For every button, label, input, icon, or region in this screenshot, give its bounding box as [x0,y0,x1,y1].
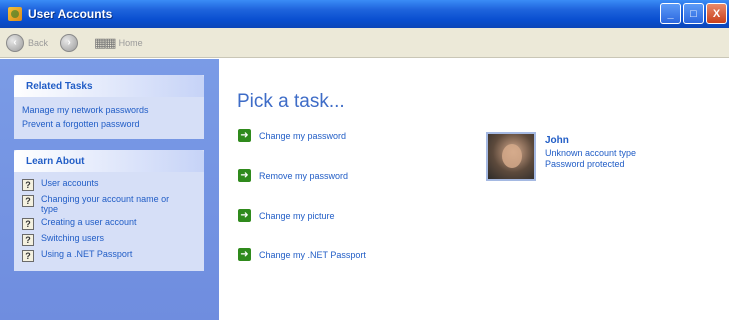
help-icon: ? [22,179,34,191]
green-arrow-icon: ➜ [238,209,251,222]
learn-item-label: Switching users [41,233,105,243]
learn-about-heading[interactable]: Learn About [14,150,204,172]
user-account-type: Unknown account type [545,148,637,158]
task-change-password[interactable]: ➜ Change my password [238,129,346,142]
learn-item-switching-users[interactable]: ? Switching users [22,233,198,246]
user-name: John [545,135,569,146]
task-label: Remove my password [259,170,349,181]
user-avatar [486,132,536,181]
task-remove-password[interactable]: ➜ Remove my password [238,169,348,182]
task-change-picture[interactable]: ➜ Change my picture [238,209,335,222]
minimize-button[interactable]: _ [660,3,681,24]
green-arrow-icon: ➜ [238,129,251,142]
maximize-button[interactable]: □ [683,3,704,24]
learn-item-changing-account[interactable]: ? Changing your account name or type [22,194,198,214]
task-label: Change my password [259,130,347,141]
learn-item-label: Changing your account name or type [41,194,170,214]
title-bar: User Accounts _ □ X [0,0,729,28]
user-accounts-app-icon [8,7,22,21]
task-label: Change my .NET Passport [259,249,366,260]
green-arrow-icon: ➜ [238,169,251,182]
home-label: Home [118,37,143,48]
sidebar: Related Tasks Manage my network password… [0,59,219,320]
window-title: User Accounts [28,7,113,21]
home-icon: ▦▦ [94,34,117,50]
task-change-net-passport[interactable]: ➜ Change my .NET Passport [238,248,366,261]
task-label: Change my picture [259,210,335,221]
learn-item-label: User accounts [41,178,99,188]
help-icon: ? [22,218,34,230]
forward-arrow-icon: › [60,33,79,52]
manage-network-passwords-link[interactable]: Manage my network passwords [22,103,198,117]
learn-item-label: Creating a user account [41,217,137,227]
home-button[interactable]: ▦▦ Home [94,35,143,51]
back-arrow-icon: ‹ [6,33,24,52]
toolbar: ‹ Back › ▦▦ Home [0,28,729,58]
learn-item-creating-account[interactable]: ? Creating a user account [22,217,198,230]
learn-about-panel: Learn About ? User accounts ? Changing y… [14,150,204,271]
user-password-status: Password protected [545,159,625,169]
back-button[interactable]: ‹ Back [6,33,49,52]
related-tasks-panel: Related Tasks Manage my network password… [14,75,204,139]
help-icon: ? [22,195,34,207]
back-label: Back [28,37,49,48]
page-title: Pick a task... [237,91,345,112]
close-button[interactable]: X [706,3,727,24]
forward-button[interactable]: › [60,33,82,52]
learn-item-label: Using a .NET Passport [41,249,133,259]
help-icon: ? [22,250,34,262]
learn-item-net-passport[interactable]: ? Using a .NET Passport [22,249,198,262]
green-arrow-icon: ➜ [238,248,251,261]
window-controls: _ □ X [660,3,727,24]
help-icon: ? [22,234,34,246]
prevent-forgotten-password-link[interactable]: Prevent a forgotten password [22,117,198,131]
learn-item-user-accounts[interactable]: ? User accounts [22,178,198,191]
related-tasks-heading[interactable]: Related Tasks [14,75,204,97]
